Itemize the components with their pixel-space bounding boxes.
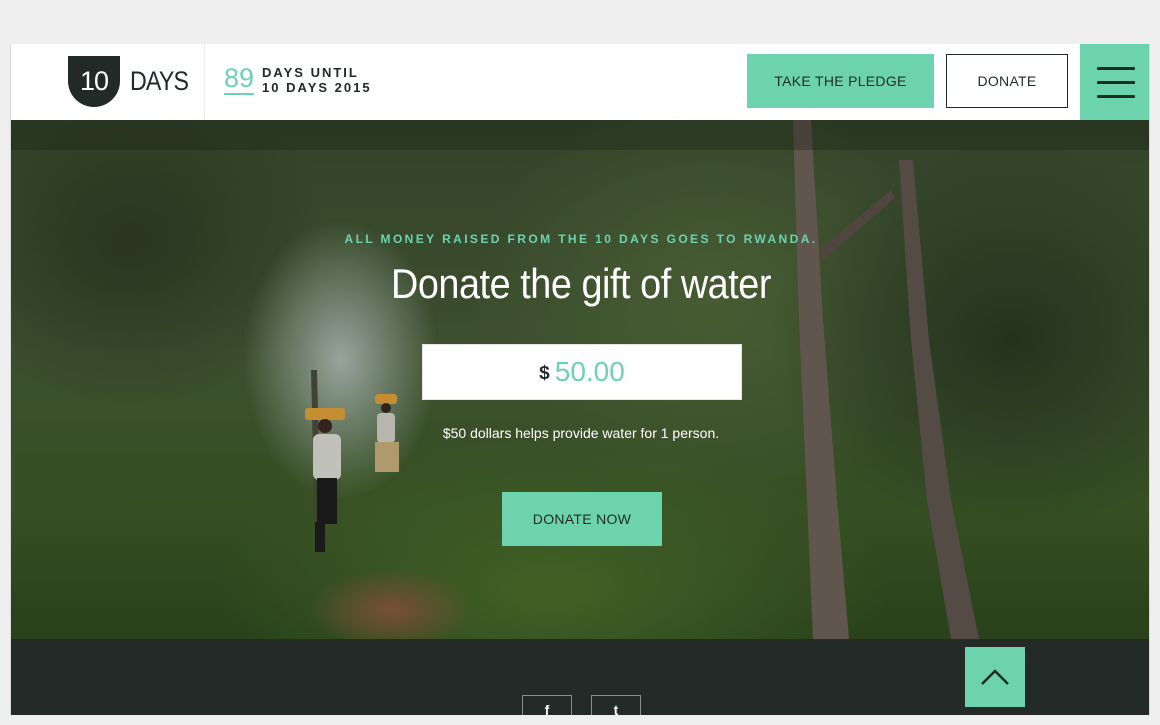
donation-amount-input[interactable]: $ 50.00 <box>422 344 742 400</box>
hamburger-icon <box>1096 66 1135 70</box>
facebook-link[interactable]: f <box>522 695 572 715</box>
countdown: 89 DAYS UNTIL 10 DAYS 2015 <box>224 64 372 95</box>
donation-impact-note: $50 dollars helps provide water for 1 pe… <box>442 425 720 441</box>
twitter-link[interactable]: t <box>591 695 641 715</box>
donation-amount-value: 50.00 <box>554 356 625 387</box>
browser-viewport: 10 DAYS 89 DAYS UNTIL 10 DAYS 2015 TAKE … <box>10 44 1150 715</box>
menu-button[interactable] <box>1080 44 1149 120</box>
site-logo[interactable]: 10 DAYS <box>68 55 198 107</box>
hero-kicker: ALL MONEY RAISED FROM THE 10 DAYS GOES T… <box>344 232 818 246</box>
hero-title: Donate the gift of water <box>390 260 772 307</box>
donate-now-button[interactable]: DONATE NOW <box>502 492 662 546</box>
hamburger-icon-bar <box>1096 80 1135 84</box>
take-the-pledge-button[interactable]: TAKE THE PLEDGE <box>747 54 934 108</box>
header-divider <box>204 44 205 120</box>
countdown-line-2: 10 DAYS 2015 <box>262 79 372 95</box>
currency-symbol: $ <box>539 362 550 384</box>
twitter-icon: t <box>613 702 619 715</box>
back-to-top-button[interactable] <box>965 647 1025 707</box>
countdown-label: DAYS UNTIL 10 DAYS 2015 <box>262 65 372 95</box>
hero-section: ALL MONEY RAISED FROM THE 10 DAYS GOES T… <box>11 120 1149 639</box>
donate-button[interactable]: DONATE <box>946 54 1068 108</box>
hamburger-icon-bar <box>1096 94 1135 98</box>
facebook-icon: f <box>544 702 550 715</box>
site-header: 10 DAYS 89 DAYS UNTIL 10 DAYS 2015 TAKE … <box>11 44 1149 120</box>
logo-badge: 10 <box>68 55 120 107</box>
chevron-up-icon <box>981 669 1009 685</box>
site-footer: f t <box>11 639 1149 715</box>
countdown-number: 89 <box>224 63 255 95</box>
logo-wordmark: DAYS <box>130 65 189 96</box>
countdown-line-1: DAYS UNTIL <box>262 64 359 80</box>
